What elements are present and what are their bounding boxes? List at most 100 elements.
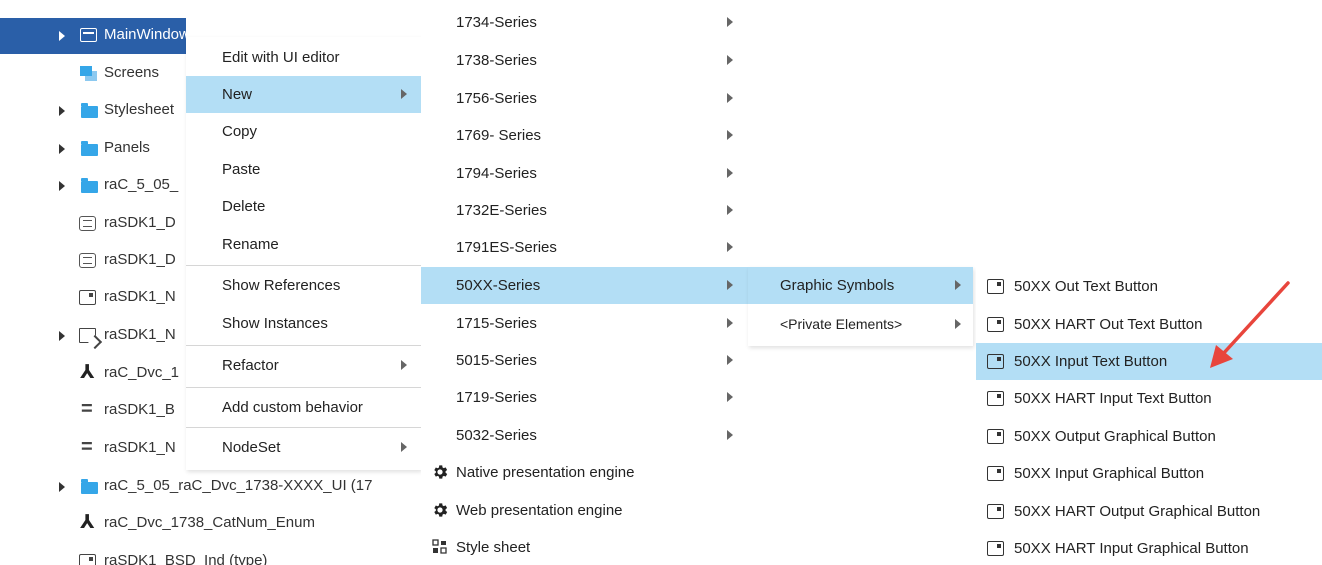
- menu-item-refactor[interactable]: Refactor: [186, 347, 421, 384]
- expand-arrow-icon[interactable]: [59, 144, 65, 154]
- tree-item-mainwindow[interactable]: MainWindow (type): [0, 18, 186, 54]
- menu-item-label: 50XX HART Output Graphical Button: [1014, 503, 1261, 520]
- menu-item-copy[interactable]: Copy: [186, 113, 421, 150]
- menu-item-50xx-hart-input-graphical-button[interactable]: 50XX HART Input Graphical Button: [976, 530, 1322, 565]
- tree-item-label: Screens: [104, 64, 160, 81]
- menu-item-nodeset[interactable]: NodeSet: [186, 429, 421, 466]
- expand-arrow-icon[interactable]: [59, 106, 65, 116]
- menu-item-label: Add custom behavior: [222, 399, 363, 416]
- menu-item-label: 1791ES-Series: [456, 239, 557, 256]
- tree-item-catnum-enum[interactable]: raC_Dvc_1738_CatNum_Enum: [0, 506, 420, 542]
- menu-item-5032-series[interactable]: 5032-Series: [421, 417, 748, 454]
- menu-item-delete[interactable]: Delete: [186, 188, 421, 225]
- expand-arrow-icon[interactable]: [59, 482, 65, 492]
- menu-item-graphic-symbols[interactable]: Graphic Symbols: [748, 267, 973, 304]
- menu-item-1732e-series[interactable]: 1732E-Series: [421, 192, 748, 229]
- menu-item-5015-series[interactable]: 5015-Series: [421, 342, 748, 379]
- menu-item-label: 50XX Input Text Button: [1014, 353, 1168, 370]
- button-icon: [987, 429, 1004, 444]
- tree-item-label: raSDK1_N: [104, 439, 176, 456]
- menu-item-50xx-hart-input-text-button[interactable]: 50XX HART Input Text Button: [976, 380, 1322, 417]
- menu-item-1769-series[interactable]: 1769- Series: [421, 117, 748, 154]
- enum-icon: [80, 361, 97, 384]
- expand-arrow-icon[interactable]: [59, 31, 65, 41]
- menu-item-add-custom-behavior[interactable]: Add custom behavior: [186, 389, 421, 426]
- menu-item-new[interactable]: New: [186, 76, 421, 113]
- tree-item-label: raSDK1_B: [104, 401, 175, 418]
- menu-item-label: Edit with UI editor: [222, 49, 340, 66]
- menu-item-label: 1738-Series: [456, 52, 537, 69]
- cursor-panel-icon: [79, 328, 96, 343]
- display-icon: [79, 253, 96, 268]
- submenu-arrow-icon: [727, 318, 733, 328]
- menu-item-50xx-series[interactable]: 50XX-Series: [421, 267, 748, 304]
- tree-item-rac-ui-folder[interactable]: raC_5_05_raC_Dvc_1738-XXXX_UI (17: [0, 469, 420, 505]
- tree-item-label: raSDK1_BSD_Ind (type): [104, 552, 268, 565]
- menu-item-label: NodeSet: [222, 439, 281, 456]
- menu-separator: [186, 345, 421, 346]
- button-icon: [987, 354, 1004, 369]
- gear-icon: [434, 503, 448, 517]
- menu-item-1794-series[interactable]: 1794-Series: [421, 155, 748, 192]
- menu-item-style-sheet[interactable]: Style sheet: [421, 529, 748, 565]
- submenu-arrow-icon: [727, 205, 733, 215]
- menu-item-label: 1794-Series: [456, 165, 537, 182]
- submenu-arrow-icon: [401, 442, 407, 452]
- tree-item-label: raC_5_05_raC_Dvc_1738-XXXX_UI (17: [104, 477, 373, 494]
- menu-item-1756-series[interactable]: 1756-Series: [421, 80, 748, 117]
- expand-arrow-icon[interactable]: [59, 181, 65, 191]
- button-icon: [987, 466, 1004, 481]
- menu-item-edit-ui-editor[interactable]: Edit with UI editor: [186, 39, 421, 76]
- menu-item-label: Graphic Symbols: [780, 277, 895, 294]
- menu-item-label: Rename: [222, 236, 279, 253]
- menu-item-label: 50XX HART Input Graphical Button: [1014, 540, 1249, 557]
- tree-item-label: raSDK1_D: [104, 251, 176, 268]
- menu-item-label: 50XX-Series: [456, 277, 541, 294]
- menu-item-50xx-output-graphical-button[interactable]: 50XX Output Graphical Button: [976, 418, 1322, 455]
- menu-item-native-presentation-engine[interactable]: Native presentation engine: [421, 454, 748, 491]
- tree-item-bsd-ind[interactable]: raSDK1_BSD_Ind (type): [0, 544, 420, 565]
- menu-item-50xx-input-graphical-button[interactable]: 50XX Input Graphical Button: [976, 455, 1322, 492]
- gear-icon: [434, 465, 448, 479]
- folder-icon: [81, 103, 98, 118]
- menu-item-label: 1732E-Series: [456, 202, 547, 219]
- menu-item-rename[interactable]: Rename: [186, 226, 421, 263]
- menu-item-1791es-series[interactable]: 1791ES-Series: [421, 229, 748, 266]
- submenu-arrow-icon: [727, 17, 733, 27]
- tree-row-cutoff: [60, 0, 360, 3]
- menu-item-label: 1715-Series: [456, 315, 537, 332]
- expand-arrow-icon[interactable]: [59, 331, 65, 341]
- list-icon: [80, 398, 97, 421]
- list-icon: [80, 436, 97, 459]
- menu-item-web-presentation-engine[interactable]: Web presentation engine: [421, 492, 748, 529]
- menu-item-label: 1719-Series: [456, 389, 537, 406]
- menu-item-show-references[interactable]: Show References: [186, 267, 421, 304]
- menu-item-1719-series[interactable]: 1719-Series: [421, 379, 748, 416]
- menu-item-label: Show Instances: [222, 315, 328, 332]
- style-sheet-icon: [432, 539, 447, 554]
- menu-item-label: <Private Elements>: [780, 316, 903, 332]
- menu-item-show-instances[interactable]: Show Instances: [186, 305, 421, 342]
- menu-item-1715-series[interactable]: 1715-Series: [421, 305, 748, 342]
- menu-item-1738-series[interactable]: 1738-Series: [421, 42, 748, 79]
- button-icon: [987, 279, 1004, 294]
- panel-icon: [79, 554, 96, 565]
- menu-item-label: 5032-Series: [456, 427, 537, 444]
- menu-item-1734-series[interactable]: 1734-Series: [421, 4, 748, 41]
- menu-item-label: 5015-Series: [456, 352, 537, 369]
- menu-item-label: Delete: [222, 198, 266, 215]
- menu-separator: [186, 265, 421, 266]
- submenu-arrow-icon: [955, 319, 961, 329]
- menu-separator: [186, 387, 421, 388]
- menu-item-label: Refactor: [222, 357, 279, 374]
- submenu-arrow-icon: [727, 392, 733, 402]
- menu-item-paste[interactable]: Paste: [186, 151, 421, 188]
- menu-item-label: 50XX Input Graphical Button: [1014, 465, 1205, 482]
- folder-icon: [81, 178, 98, 193]
- menu-item-label: 1756-Series: [456, 90, 537, 107]
- menu-item-label: 1769- Series: [456, 127, 542, 144]
- menu-item-private-elements[interactable]: <Private Elements>: [748, 306, 973, 343]
- screens-icon: [80, 66, 97, 81]
- tree-item-label: Stylesheet: [104, 101, 175, 118]
- menu-item-50xx-hart-output-graphical-button[interactable]: 50XX HART Output Graphical Button: [976, 493, 1322, 530]
